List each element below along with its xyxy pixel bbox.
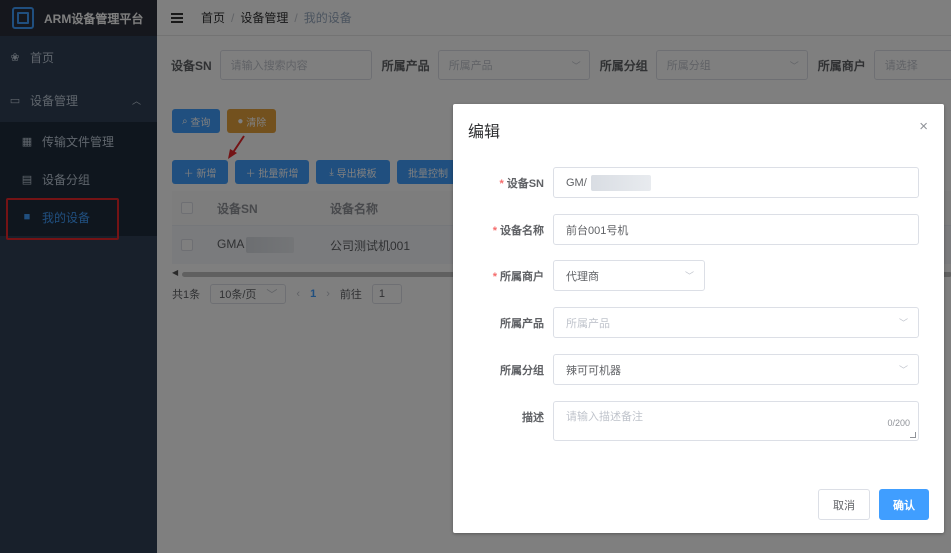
chevron-down-icon: ﹀ [898,318,908,328]
sn-label-text: 设备SN [506,177,544,190]
required-mark: * [492,270,497,283]
product-select-placeholder: 所属产品 [566,317,610,330]
form-row-product: 所属产品 所属产品 ﹀ [453,307,944,338]
edit-dialog: 编辑 × * 设备SN GM/ * 设备名称 前台001号机 * 所属商户 代理商 ﹀ … [453,104,944,533]
chevron-down-icon: ﹀ [898,365,908,375]
form-row-merchant: * 所属商户 代理商 ﹀ [453,260,944,291]
sn-input-value: GM/ [566,176,587,189]
required-mark: * [492,224,497,237]
name-label-text: 设备名称 [500,224,544,237]
merchant-label-text: 所属商户 [500,270,544,283]
dialog-footer: 取消 确认 [818,489,929,520]
description-textarea[interactable]: 请输入描述备注 0/200 [553,401,919,441]
group-select[interactable]: 辣可可机器 ﹀ [553,354,919,385]
form-row-sn: * 设备SN GM/ [453,167,944,198]
name-input[interactable]: 前台001号机 [553,214,919,245]
form-row-description: 描述 请输入描述备注 0/200 [453,401,944,441]
chevron-down-icon: ﹀ [684,271,694,281]
close-icon[interactable]: × [919,118,928,135]
required-mark: * [499,177,504,190]
sn-label: * 设备SN [453,175,553,191]
merchant-label: * 所属商户 [453,268,553,284]
group-select-value: 辣可可机器 [566,364,621,377]
name-label: * 设备名称 [453,222,553,238]
confirm-button[interactable]: 确认 [879,489,929,520]
product-label: 所属产品 [500,317,544,330]
description-placeholder: 请输入描述备注 [566,411,643,423]
resize-handle-icon[interactable] [910,432,916,438]
char-counter: 0/200 [887,418,910,428]
description-label: 描述 [522,412,544,424]
merchant-select-value: 代理商 [566,270,599,283]
product-select[interactable]: 所属产品 ﹀ [553,307,919,338]
cancel-button[interactable]: 取消 [818,489,870,520]
merchant-select[interactable]: 代理商 ﹀ [553,260,705,291]
dialog-title: 编辑 [468,124,501,141]
redacted-block [590,174,651,191]
form-row-group: 所属分组 辣可可机器 ﹀ [453,354,944,385]
form-row-name: * 设备名称 前台001号机 [453,214,944,245]
sn-input[interactable]: GM/ [553,167,919,198]
group-label: 所属分组 [500,364,544,377]
